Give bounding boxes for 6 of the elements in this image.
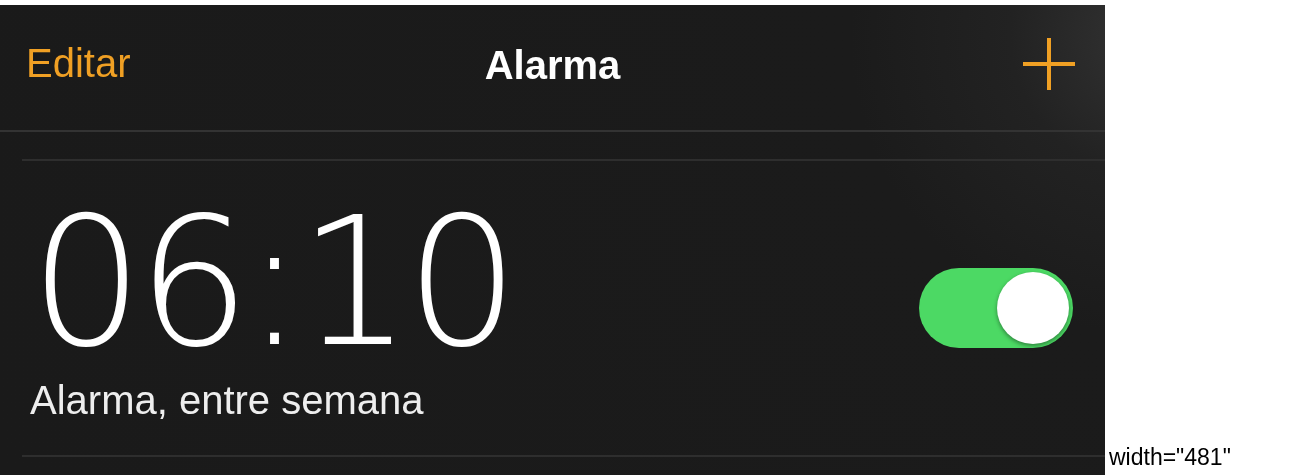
edit-button[interactable]: Editar: [26, 41, 131, 86]
caption-text: width="481": [1109, 444, 1231, 471]
screen-title: Alarma: [484, 43, 621, 87]
add-icon[interactable]: [1021, 35, 1077, 92]
alarm-label: Alarma, entre semana: [30, 377, 425, 423]
alarm-time: 06:10: [30, 193, 513, 372]
